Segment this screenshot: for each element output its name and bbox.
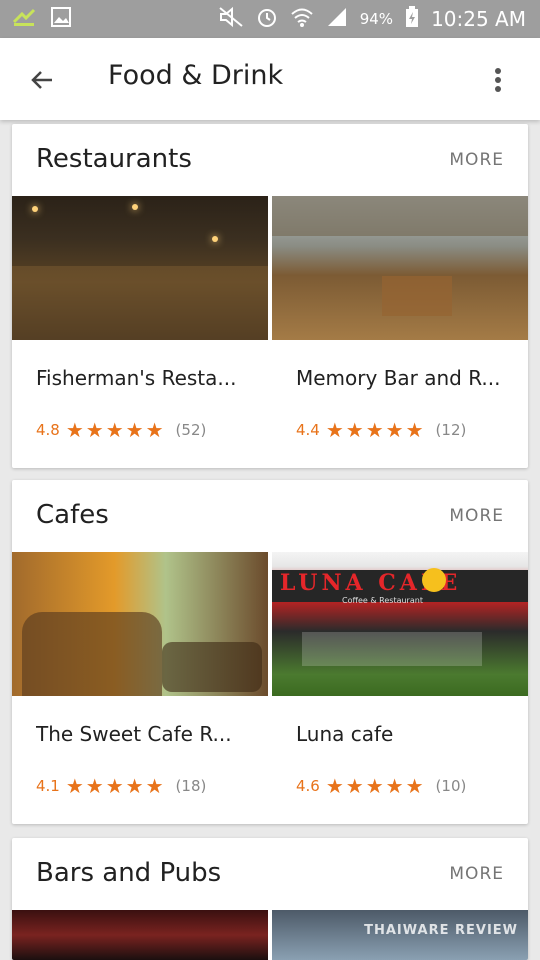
place-photo <box>12 552 268 696</box>
wifi-icon <box>290 6 314 32</box>
battery-percent: 94% <box>359 10 394 28</box>
section-cafes: Cafes MORE The Sweet Cafe R... 4.1 ★ ★ ★… <box>12 480 528 824</box>
star-icon: ★ <box>65 774 84 798</box>
star-icon: ★ <box>85 774 104 798</box>
status-bar: 94% 10:25 AM <box>0 0 540 38</box>
star-icon: ★ <box>345 418 364 442</box>
more-button[interactable]: MORE <box>449 150 504 170</box>
place-name: Fisherman's Resta... <box>36 366 237 390</box>
place-card[interactable]: The Sweet Cafe R... 4.1 ★ ★ ★ ★ ★ (18) <box>12 552 268 824</box>
alarm-icon <box>256 6 278 32</box>
star-rating: ★ ★ ★ ★ ★ <box>326 776 424 796</box>
arrow-back-icon <box>31 71 52 89</box>
section-bars-and-pubs: Bars and Pubs MORE <box>12 838 528 960</box>
star-rating: ★ ★ ★ ★ ★ <box>66 776 164 796</box>
place-card[interactable]: Memory Bar and R... 4.4 ★ ★ ★ ★ ★ (12) <box>272 196 528 468</box>
review-count: (10) <box>435 777 467 795</box>
gallery-notification-icon <box>50 6 72 32</box>
place-name: Luna cafe <box>296 722 394 746</box>
review-count: (52) <box>175 421 207 439</box>
star-icon: ★ <box>385 418 404 442</box>
rating-value: 4.8 <box>36 421 60 439</box>
place-card[interactable]: Fisherman's Resta... 4.8 ★ ★ ★ ★ ★ (52) <box>12 196 268 468</box>
card-grid: Fisherman's Resta... 4.8 ★ ★ ★ ★ ★ (52) … <box>12 196 528 468</box>
star-rating: ★ ★ ★ ★ ★ <box>66 420 164 440</box>
section-title: Restaurants <box>36 144 192 174</box>
star-icon: ★ <box>365 774 384 798</box>
place-photo <box>272 196 528 340</box>
star-icon: ★ <box>385 774 404 798</box>
page-title: Food & Drink <box>108 60 284 91</box>
luna-cafe-subtitle: Coffee & Restaurant <box>342 596 423 605</box>
section-title: Bars and Pubs <box>36 858 222 888</box>
star-rating: ★ ★ ★ ★ ★ <box>326 420 424 440</box>
star-icon: ★ <box>125 418 144 442</box>
app-bar: Food & Drink <box>0 38 540 120</box>
star-icon: ★ <box>405 418 424 442</box>
clock: 10:25 AM <box>431 7 526 31</box>
star-icon: ★ <box>125 774 144 798</box>
card-grid: The Sweet Cafe R... 4.1 ★ ★ ★ ★ ★ (18) L… <box>12 552 528 824</box>
more-button[interactable]: MORE <box>449 506 504 526</box>
review-count: (18) <box>175 777 207 795</box>
rating-row: 4.6 ★ ★ ★ ★ ★ (10) <box>296 776 466 796</box>
star-icon: ★ <box>325 418 344 442</box>
star-icon: ★ <box>345 774 364 798</box>
place-card[interactable]: LUNA CAFE Coffee & Restaurant Luna cafe … <box>272 552 528 824</box>
rating-row: 4.4 ★ ★ ★ ★ ★ (12) <box>296 420 466 440</box>
place-card[interactable] <box>12 910 268 960</box>
place-photo: LUNA CAFE Coffee & Restaurant <box>272 552 528 696</box>
back-button[interactable] <box>22 60 62 100</box>
more-vert-icon <box>495 68 501 92</box>
star-icon: ★ <box>405 774 424 798</box>
overflow-menu-button[interactable] <box>478 60 518 100</box>
rating-value: 4.6 <box>296 777 320 795</box>
rating-row: 4.8 ★ ★ ★ ★ ★ (52) <box>36 420 206 440</box>
star-icon: ★ <box>65 418 84 442</box>
star-icon: ★ <box>85 418 104 442</box>
star-icon: ★ <box>145 774 164 798</box>
star-icon: ★ <box>145 418 164 442</box>
mute-icon <box>218 6 244 32</box>
app-notification-icon <box>12 6 36 32</box>
signal-icon <box>326 6 348 32</box>
rating-value: 4.4 <box>296 421 320 439</box>
review-count: (12) <box>435 421 467 439</box>
star-icon: ★ <box>325 774 344 798</box>
section-title: Cafes <box>36 500 109 530</box>
watermark: THAIWARE REVIEW <box>364 923 518 938</box>
battery-charging-icon <box>405 6 419 32</box>
star-icon: ★ <box>365 418 384 442</box>
section-restaurants: Restaurants MORE Fisherman's Resta... 4.… <box>12 124 528 468</box>
rating-value: 4.1 <box>36 777 60 795</box>
place-name: The Sweet Cafe R... <box>36 722 232 746</box>
rating-row: 4.1 ★ ★ ★ ★ ★ (18) <box>36 776 206 796</box>
place-photo <box>12 910 268 960</box>
place-name: Memory Bar and R... <box>296 366 501 390</box>
more-button[interactable]: MORE <box>449 864 504 884</box>
place-photo <box>12 196 268 340</box>
star-icon: ★ <box>105 418 124 442</box>
star-icon: ★ <box>105 774 124 798</box>
